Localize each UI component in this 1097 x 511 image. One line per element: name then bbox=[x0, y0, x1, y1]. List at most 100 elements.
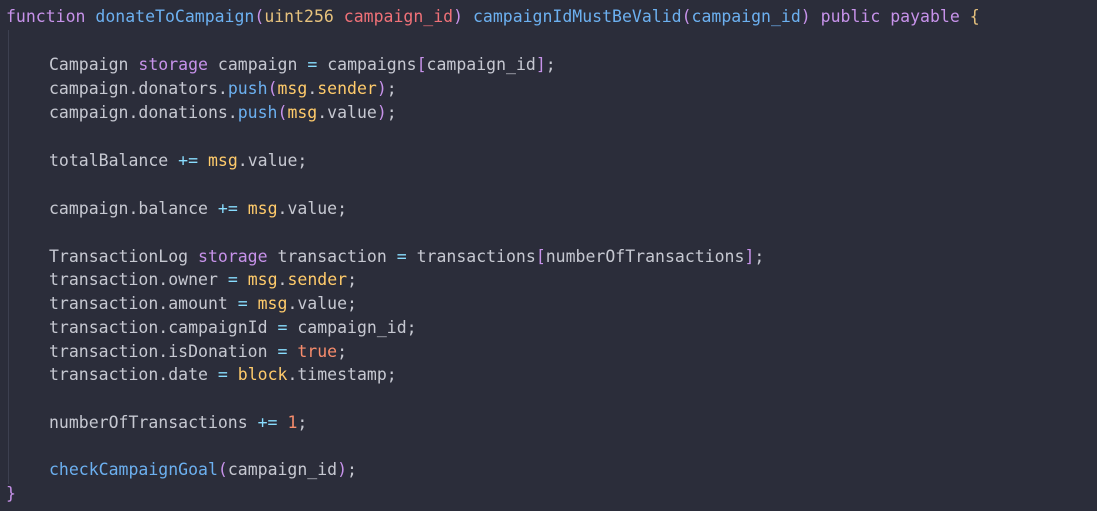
modifier-name: campaignIdMustBeValid bbox=[472, 7, 682, 26]
code-line-transaction-storage: TransactionLog storage transaction = tra… bbox=[49, 245, 764, 269]
paren: ) bbox=[376, 79, 387, 98]
code-line-closing-brace: } bbox=[6, 482, 16, 506]
member: .value bbox=[317, 103, 377, 122]
index: numberOfTransactions bbox=[545, 247, 745, 266]
function-name: donateToCampaign bbox=[95, 7, 255, 26]
indent-guide bbox=[8, 30, 9, 484]
code-line-transaction-amount: transaction.amount = msg.value; bbox=[49, 292, 357, 316]
operator: += bbox=[257, 413, 278, 432]
semicolon: ; bbox=[545, 55, 556, 74]
lhs: transaction.isDonation bbox=[49, 342, 268, 361]
semicolon: ; bbox=[754, 247, 765, 266]
operator: += bbox=[178, 151, 199, 170]
paren: ) bbox=[337, 460, 348, 479]
operator: = bbox=[307, 55, 318, 74]
semicolon: ; bbox=[386, 79, 397, 98]
lhs: transaction.owner bbox=[49, 270, 218, 289]
member: .value; bbox=[277, 199, 348, 218]
operator: = bbox=[396, 247, 407, 266]
code-line-campaign-storage: Campaign storage campaign = campaigns[ca… bbox=[49, 53, 556, 77]
code-line-transaction-is-donation: transaction.isDonation = true; bbox=[49, 340, 347, 364]
member: .value; bbox=[237, 151, 308, 170]
param-name: campaign_id bbox=[343, 7, 454, 26]
function-call: checkCampaignGoal bbox=[49, 460, 218, 479]
lhs: transaction.campaignId bbox=[49, 318, 268, 337]
global-msg: msg bbox=[207, 151, 238, 170]
lhs: transaction.date bbox=[49, 365, 208, 384]
dot: . bbox=[277, 270, 288, 289]
paren: ( bbox=[267, 79, 278, 98]
type-name: TransactionLog bbox=[49, 247, 189, 266]
operator: = bbox=[277, 318, 288, 337]
object: campaign.donations. bbox=[49, 103, 238, 122]
param-type: uint256 bbox=[264, 7, 334, 26]
method-name: push bbox=[227, 79, 268, 98]
operator: = bbox=[237, 294, 248, 313]
code-line-donations-push: campaign.donations.push(msg.value); bbox=[49, 101, 397, 125]
property: sender bbox=[317, 79, 377, 98]
code-line-number-of-transactions: numberOfTransactions += 1; bbox=[49, 411, 307, 435]
paren: ( bbox=[254, 7, 265, 26]
operator: = bbox=[277, 342, 288, 361]
variable: campaign.balance bbox=[49, 199, 208, 218]
paren: ( bbox=[681, 7, 692, 26]
argument: campaign_id bbox=[227, 460, 338, 479]
keyword-storage: storage bbox=[198, 247, 268, 266]
lhs: transaction.amount bbox=[49, 294, 228, 313]
rhs: campaign_id; bbox=[297, 318, 417, 337]
bracket: ] bbox=[535, 55, 546, 74]
variable: transaction bbox=[277, 247, 387, 266]
operator: = bbox=[217, 365, 228, 384]
number-literal: 1 bbox=[287, 413, 298, 432]
keyword-public: public bbox=[820, 7, 881, 26]
variable: campaign bbox=[217, 55, 298, 74]
bracket: [ bbox=[416, 55, 427, 74]
keyword-storage: storage bbox=[138, 55, 208, 74]
brace: { bbox=[969, 7, 980, 26]
semicolon: ; bbox=[386, 103, 397, 122]
member: .value; bbox=[287, 294, 357, 313]
code-line-campaign-balance: campaign.balance += msg.value; bbox=[49, 197, 347, 221]
code-editor[interactable]: function donateToCampaign(uint256 campai… bbox=[0, 0, 1097, 511]
object: campaign.donators. bbox=[49, 79, 228, 98]
index: campaign_id bbox=[426, 55, 536, 74]
paren: ) bbox=[376, 103, 387, 122]
semicolon: ; bbox=[347, 460, 357, 479]
paren: ) bbox=[453, 7, 464, 26]
global-msg: msg bbox=[287, 103, 318, 122]
code-line-transaction-owner: transaction.owner = msg.sender; bbox=[49, 268, 357, 292]
variable: numberOfTransactions bbox=[49, 413, 248, 432]
variable: totalBalance bbox=[49, 151, 169, 170]
global-msg: msg bbox=[247, 270, 278, 289]
semicolon: ; bbox=[347, 270, 357, 289]
property: sender bbox=[287, 270, 348, 289]
code-line-check-campaign-goal: checkCampaignGoal(campaign_id); bbox=[49, 458, 357, 482]
global-msg: msg bbox=[247, 199, 278, 218]
operator: += bbox=[217, 199, 238, 218]
modifier-arg: campaign_id bbox=[691, 7, 801, 26]
type-name: Campaign bbox=[49, 55, 129, 74]
brace: } bbox=[6, 484, 16, 503]
bracket: [ bbox=[535, 247, 546, 266]
keyword-payable: payable bbox=[890, 7, 960, 26]
paren: ( bbox=[277, 103, 288, 122]
code-line-transaction-campaign-id: transaction.campaignId = campaign_id; bbox=[49, 316, 417, 340]
boolean-literal: true bbox=[297, 342, 338, 361]
bracket: ] bbox=[744, 247, 755, 266]
global-msg: msg bbox=[277, 79, 308, 98]
operator: = bbox=[227, 270, 238, 289]
source: campaigns bbox=[327, 55, 417, 74]
global-msg: msg bbox=[257, 294, 288, 313]
code-line-total-balance: totalBalance += msg.value; bbox=[49, 149, 307, 173]
global-block: block bbox=[237, 365, 288, 384]
dot: . bbox=[307, 79, 318, 98]
semicolon: ; bbox=[297, 413, 308, 432]
semicolon: ; bbox=[337, 342, 348, 361]
keyword-function: function bbox=[6, 7, 86, 26]
paren: ) bbox=[800, 7, 811, 26]
code-line-function-signature: function donateToCampaign(uint256 campai… bbox=[6, 5, 980, 29]
member: .timestamp; bbox=[287, 365, 397, 384]
paren: ( bbox=[217, 460, 228, 479]
source: transactions bbox=[416, 247, 536, 266]
code-line-donators-push: campaign.donators.push(msg.sender); bbox=[49, 77, 397, 101]
